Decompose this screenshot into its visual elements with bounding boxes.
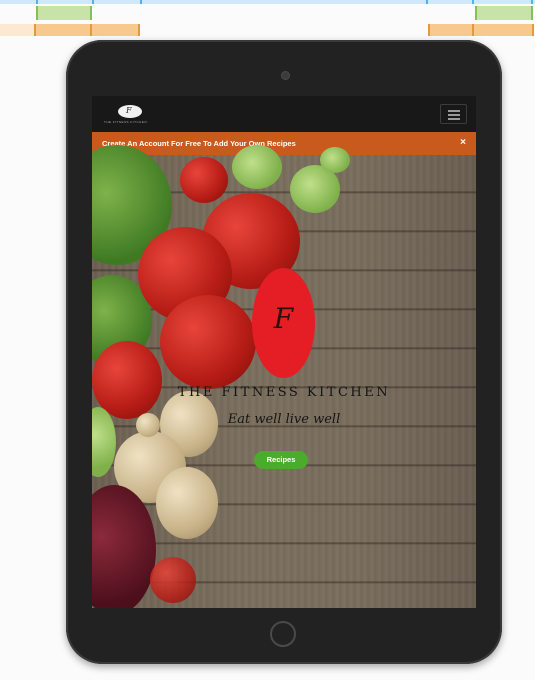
onion-image (92, 485, 156, 608)
navbar: F THE FITNESS KITCHEN (92, 96, 476, 132)
tomato-image (180, 157, 228, 203)
camera-icon (281, 71, 290, 80)
brussels-sprout-image (320, 147, 350, 173)
tablet-frame: F THE FITNESS KITCHEN Create An Account … (66, 40, 502, 664)
ruler-strip-green (0, 6, 535, 22)
brand-logo[interactable]: F (118, 105, 142, 118)
home-button[interactable] (270, 621, 296, 647)
brand-logo-mark: F (126, 106, 132, 115)
ruler-strip-blue (0, 0, 535, 4)
brand-logo-text: THE FITNESS KITCHEN (104, 120, 148, 124)
hamburger-icon[interactable] (440, 104, 467, 124)
tomato-image (160, 295, 256, 389)
potato-image (156, 467, 218, 539)
hero-tagline: Eat well live well (227, 412, 341, 427)
hero-title: THE FITNESS KITCHEN (177, 385, 391, 400)
tablet-screen: F THE FITNESS KITCHEN Create An Account … (92, 96, 476, 608)
close-icon[interactable]: × (460, 137, 466, 148)
tomato-image (150, 557, 196, 603)
ruler-strip-orange (0, 24, 535, 38)
signup-banner: Create An Account For Free To Add Your O… (92, 132, 476, 155)
hero-logo-mark: F (273, 302, 294, 335)
brussels-sprout-image (232, 145, 282, 189)
recipes-button[interactable]: Recipes (254, 451, 308, 469)
hero-logo: F (252, 268, 315, 378)
hero-section: F THE FITNESS KITCHEN Eat well live well… (92, 145, 476, 608)
